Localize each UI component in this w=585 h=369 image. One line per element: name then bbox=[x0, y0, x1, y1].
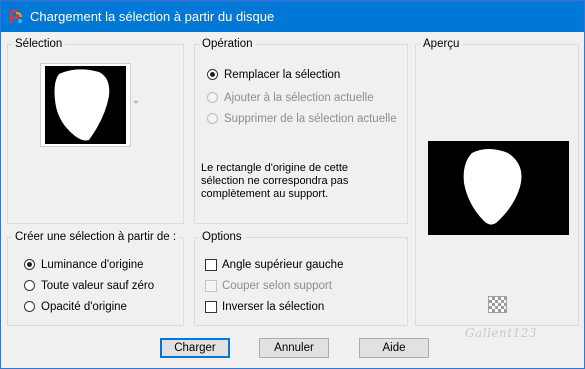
checkbox-box bbox=[205, 280, 217, 292]
selection-thumbnail-picker[interactable] bbox=[40, 63, 131, 147]
options-group: Options Angle supérieur gauche Couper se… bbox=[194, 230, 408, 326]
checkbox-invert-selection-label: Inverser la sélection bbox=[222, 301, 325, 313]
checkbox-crop-to-canvas-label: Couper selon support bbox=[222, 280, 332, 292]
transparency-toggle-icon[interactable] bbox=[488, 296, 507, 313]
radio-remove-from-selection-label: Supprimer de la sélection actuelle bbox=[224, 113, 397, 125]
dialog-window: Chargement la sélection à partir du disq… bbox=[0, 0, 585, 369]
cancel-button[interactable]: Annuler bbox=[259, 338, 329, 358]
radio-add-to-selection-label: Ajouter à la sélection actuelle bbox=[224, 92, 374, 104]
watermark: Gallent123 bbox=[465, 326, 537, 340]
preview-group-legend: Aperçu bbox=[420, 37, 463, 51]
selection-thumbnail bbox=[45, 66, 126, 144]
preview-group: Aperçu bbox=[415, 37, 579, 326]
operation-group: Opération Remplacer la sélection Ajouter… bbox=[194, 37, 408, 224]
create-from-group-legend: Créer une sélection à partir de : bbox=[12, 230, 180, 244]
operation-group-legend: Opération bbox=[199, 37, 256, 51]
selection-group: Sélection bbox=[7, 37, 184, 224]
preview-image bbox=[428, 141, 569, 235]
selection-group-legend: Sélection bbox=[12, 37, 66, 51]
radio-source-opacity-label: Opacité d'origine bbox=[41, 301, 127, 313]
radio-indicator[interactable] bbox=[24, 259, 35, 270]
warning-line-3: complètement au support. bbox=[201, 188, 329, 200]
title-bar[interactable]: Chargement la sélection à partir du disq… bbox=[1, 1, 584, 32]
window-title: Chargement la sélection à partir du disq… bbox=[30, 9, 275, 24]
create-from-group: Créer une sélection à partir de : Lumina… bbox=[7, 230, 184, 326]
checkbox-box[interactable] bbox=[205, 259, 217, 271]
options-group-legend: Options bbox=[199, 230, 245, 244]
radio-source-luminance-label: Luminance d'origine bbox=[41, 259, 144, 271]
radio-indicator[interactable] bbox=[207, 69, 218, 80]
radio-indicator[interactable] bbox=[24, 280, 35, 291]
warning-line-2: sélection ne correspondra pas bbox=[201, 175, 349, 187]
thumbnail-dropdown-arrow-icon[interactable] bbox=[133, 101, 139, 104]
app-logo-icon bbox=[9, 9, 22, 23]
checkbox-box[interactable] bbox=[205, 301, 217, 313]
warning-line-1: Le rectangle d'origine de cette bbox=[201, 162, 349, 174]
radio-indicator bbox=[207, 113, 218, 124]
warning-message: Le rectangle d'origine de cette sélectio… bbox=[201, 162, 348, 201]
radio-replace-selection-label: Remplacer la sélection bbox=[224, 69, 341, 81]
radio-indicator[interactable] bbox=[24, 301, 35, 312]
help-button[interactable]: Aide bbox=[359, 338, 429, 358]
checkbox-upper-left-corner-label: Angle supérieur gauche bbox=[222, 259, 344, 271]
radio-any-nonzero-label: Toute valeur sauf zéro bbox=[41, 280, 155, 292]
radio-indicator bbox=[207, 92, 218, 103]
load-button[interactable]: Charger bbox=[160, 338, 230, 358]
